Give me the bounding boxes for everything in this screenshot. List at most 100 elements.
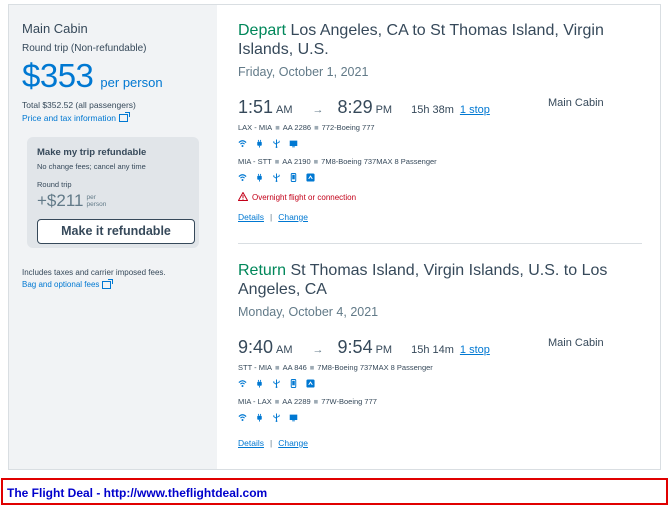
return-duration: 15h 14m [411,344,454,356]
return-route: St Thomas Island, Virgin Islands, U.S. t… [238,262,608,298]
depart-arrival-time: 8:29 [337,97,373,117]
entertainment-icon [289,413,298,422]
power-icon [255,173,264,182]
leg-aircraft: 772-Boeing 777 [321,123,375,132]
wifi-icon [238,413,247,422]
return-segment: Return St Thomas Island, Virgin Islands,… [238,261,642,448]
wifi-icon [238,379,247,388]
itinerary-card: Main Cabin Round trip (Non-refundable) $… [8,4,661,470]
leg-flight: AA 2286 [282,123,312,132]
depart-route: Los Angeles, CA to St Thomas Island, Vir… [238,22,604,58]
depart-links: Details | Change [238,212,308,222]
per-person-label: per person [100,75,163,90]
depart-direction: Depart [238,22,287,39]
amenities-row [238,412,642,422]
leg-flight: AA 846 [282,363,307,372]
leg-row: LAX - MIA ■ AA 2286 ■ 772-Boeing 777 [238,123,375,132]
price-row: $353 per person [22,57,204,95]
usb-icon [272,412,281,422]
segment-divider [238,243,642,244]
bag-fees-link[interactable]: Bag and optional fees [22,278,204,289]
depart-date: Friday, October 1, 2021 [238,65,369,79]
source-banner: The Flight Deal - http://www.theflightde… [1,478,668,505]
return-arrival-ampm: PM [375,344,393,356]
leg-flight: AA 2190 [282,157,311,166]
refundable-upsell: Make my trip refundable No change fees; … [27,137,199,248]
depart-times: 1:51 AM → 8:29 PM 15h 38m 1 stop Main Ca… [238,97,642,117]
return-direction: Return [238,262,287,279]
price: $353 [22,57,94,94]
return-links: Details | Change [238,438,308,448]
leg-row: STT - MIA ■ AA 846 ■ 7M8-Boeing 737MAX 8 Pas… [238,363,433,372]
leg-aircraft: 77W-Boeing 777 [321,397,377,406]
return-date: Monday, October 4, 2021 [238,305,379,319]
leg-route: LAX - MIA [238,123,273,132]
depart-arrival-ampm: PM [375,104,393,116]
arrow-icon: → [312,104,324,116]
leg-row: MIA - STT ■ AA 2190 ■ 7M8-Boeing 737MAX 8 Pa… [238,157,437,166]
power-icon [255,413,264,422]
source-banner-text: The Flight Deal - http://www.theflightde… [7,486,268,500]
phone-icon [289,378,298,388]
wifi-icon [238,173,247,182]
refundable-per-person: per person [86,194,106,208]
return-arrival-time: 9:54 [337,337,373,357]
price-tax-link-label[interactable]: Price and tax information [22,113,116,123]
price-sidebar: Main Cabin Round trip (Non-refundable) $… [9,5,217,469]
return-heading: Return St Thomas Island, Virgin Islands,… [238,261,642,299]
arrow-icon: → [312,344,324,356]
cabin-label: Main Cabin [22,21,88,36]
make-refundable-button[interactable]: Make it refundable [37,219,195,244]
trip-type: Round trip (Non-refundable) [22,43,147,54]
return-cabin: Main Cabin [548,337,604,349]
amenities-row [238,138,642,148]
leg-route: STT - MIA [238,363,273,372]
total-price: Total $352.52 (all passengers) [22,100,136,110]
depart-departure-time: 1:51 [238,97,274,117]
phone-icon [289,172,298,182]
refundable-person: person [86,201,107,208]
price-tax-link[interactable]: Price and tax information [22,112,204,123]
depart-details-link[interactable]: Details [238,212,264,222]
amenities-row [238,172,642,182]
leg-route: MIA - STT [238,157,272,166]
leg-flight: AA 2289 [282,397,311,406]
usb-icon [272,138,281,148]
return-stops-link[interactable]: 1 stop [460,344,490,356]
depart-heading: Depart Los Angeles, CA to St Thomas Isla… [238,21,642,59]
refundable-per: per [86,194,96,201]
leg-route: MIA - LAX [238,397,272,406]
return-departure-ampm: AM [276,344,293,356]
return-times: 9:40 AM → 9:54 PM 15h 14m 1 stop Main Ca… [238,337,642,357]
depart-duration: 15h 38m [411,104,454,116]
wifi-icon [238,139,247,148]
includes-taxes-note: Includes taxes and carrier imposed fees. [22,268,166,277]
power-icon [255,379,264,388]
leg-row: MIA - LAX ■ AA 2289 ■ 77W-Boeing 777 [238,397,377,406]
amenities-row [238,378,642,388]
external-link-icon [119,112,131,122]
bag-fees-link-label[interactable]: Bag and optional fees [22,280,99,289]
refundable-round-trip: Round trip [37,180,72,189]
refundable-price-row: +$211 per person [37,191,189,211]
power-icon [255,139,264,148]
leg-aircraft: 7M8-Boeing 737MAX 8 Passenger [317,363,433,372]
warning-icon [237,191,249,203]
depart-change-link[interactable]: Change [278,212,308,222]
overnight-warning: Overnight flight or connection [237,191,642,203]
depart-stops-link[interactable]: 1 stop [460,104,490,116]
usb-icon [272,172,281,182]
entertainment-icon [289,139,298,148]
streaming-icon [306,172,315,182]
external-link-icon [102,278,114,289]
refundable-price: +$211 [37,191,84,210]
return-details-link[interactable]: Details [238,438,264,448]
overnight-warning-text: Overnight flight or connection [252,193,357,202]
usb-icon [272,378,281,388]
streaming-icon [306,378,315,388]
depart-departure-ampm: AM [276,104,293,116]
refundable-subtitle: No change fees; cancel any time [37,162,146,171]
return-change-link[interactable]: Change [278,438,308,448]
depart-segment: Depart Los Angeles, CA to St Thomas Isla… [237,21,642,222]
leg-aircraft: 7M8-Boeing 737MAX 8 Passenger [321,157,437,166]
